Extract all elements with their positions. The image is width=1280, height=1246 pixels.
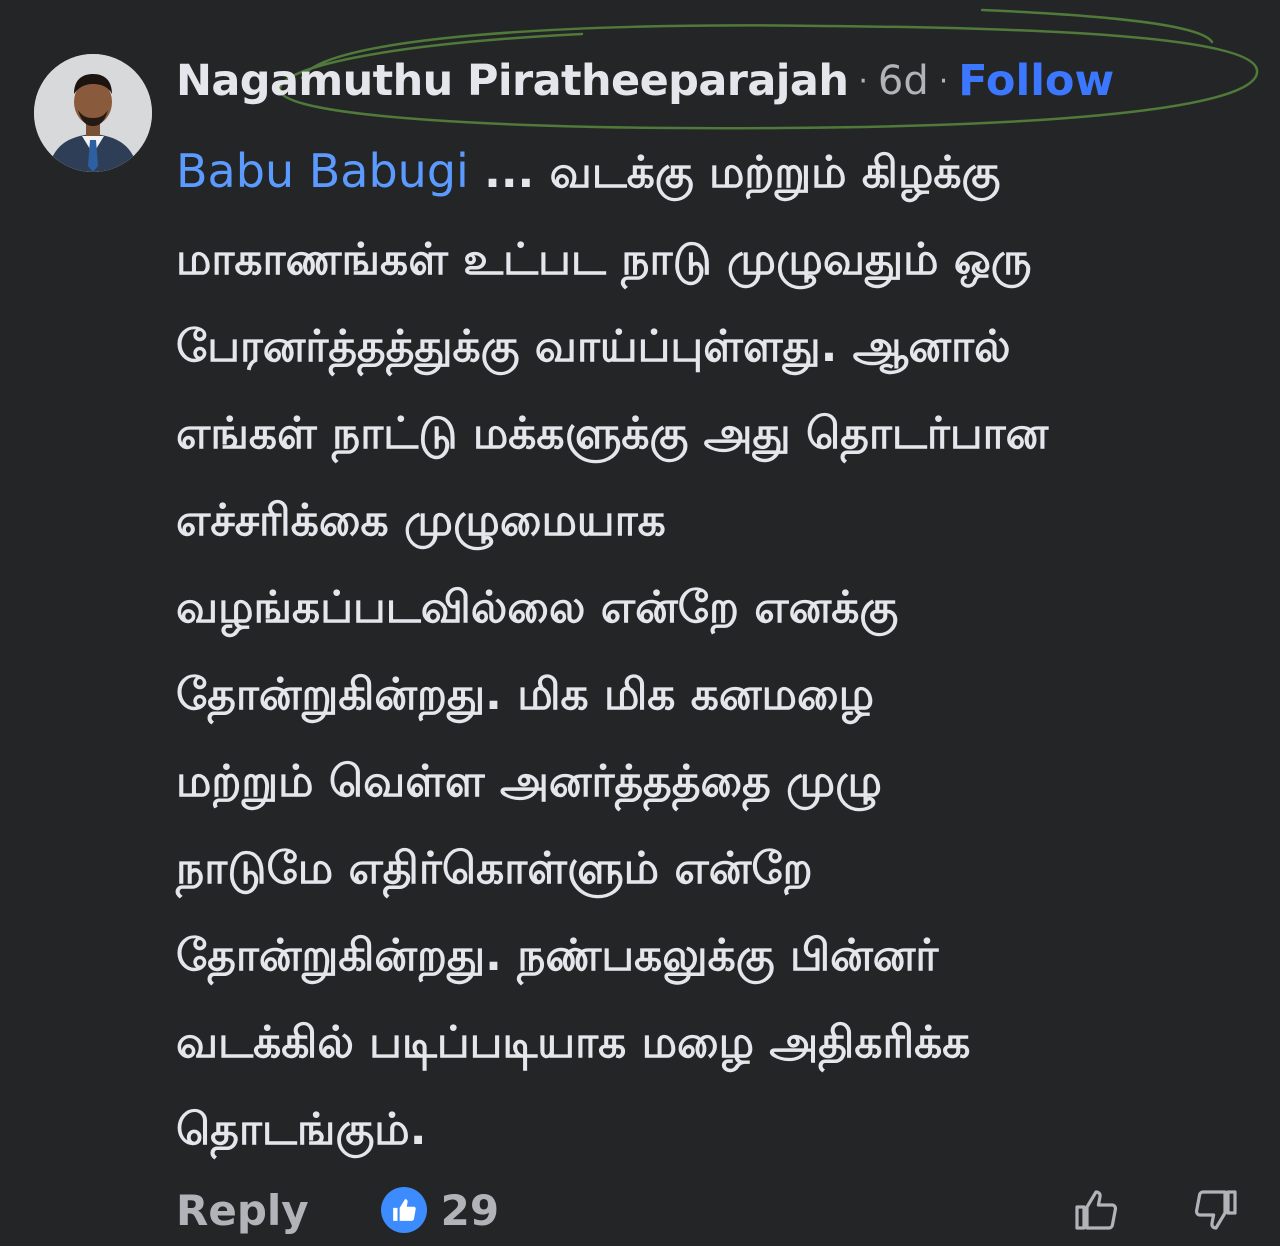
comment-line: மாகாணங்கள் உட்பட நாடு முழுவதும் ஒரு (176, 234, 1032, 285)
comment-line: வடக்கில் படிப்படியாக மழை அதிகரிக்க (176, 1017, 971, 1068)
comment-line: மற்றும் வெள்ள அனர்த்தத்தை முழு (176, 756, 882, 807)
comment-content: Nagamuthu Piratheeparajah · 6d · Follow … (176, 52, 1256, 1173)
comment-header: Nagamuthu Piratheeparajah · 6d · Follow (176, 52, 1256, 110)
thumbs-up-icon (380, 1187, 427, 1233)
comment-line: Babu Babugi ... வடக்கு மற்றும் கிழக்கு (176, 128, 1256, 216)
thumbs-down-outline-icon (1194, 1190, 1237, 1230)
comment-line: நாடுமே எதிர்கொள்ளும் என்றே (176, 843, 813, 894)
separator-dot-2: · (938, 63, 949, 99)
reply-button[interactable]: Reply (176, 1186, 309, 1235)
comment-line: வழங்கப்படவில்லை என்றே எனக்கு (176, 582, 899, 633)
comment-line: தொடங்கும். (176, 1104, 427, 1155)
reaction-summary[interactable]: 29 (380, 1185, 500, 1235)
mention-link[interactable]: Babu Babugi (176, 144, 469, 198)
separator-dot: · (858, 63, 868, 99)
comment-line: பேரனர்த்தத்துக்கு வாய்ப்புள்ளது. ஆனால் (176, 321, 1011, 372)
thumbs-up-outline-icon (1075, 1190, 1118, 1230)
comment-line-text: ... வடக்கு மற்றும் கிழக்கு (468, 147, 1001, 198)
comment-text: Babu Babugi ... வடக்கு மற்றும் கிழக்கு ம… (176, 128, 1256, 1173)
downvote-button[interactable] (1186, 1180, 1246, 1240)
upvote-button[interactable] (1066, 1180, 1126, 1240)
comment-line: எச்சரிக்கை முழுமையாக (176, 495, 666, 546)
comment-actions: Reply 29 (176, 1180, 1246, 1240)
comment-time[interactable]: 6d (878, 58, 929, 104)
comment-line: எங்கள் நாட்டு மக்களுக்கு அது தொடர்பான (176, 408, 1049, 459)
avatar-photo (34, 54, 152, 172)
comment-line: தோன்றுகின்றது. நண்பகலுக்கு பின்னர் (176, 930, 939, 981)
follow-button[interactable]: Follow (958, 56, 1114, 106)
author-avatar[interactable] (34, 54, 152, 172)
comment-line: தோன்றுகின்றது. மிக மிக கனமழை (176, 669, 875, 720)
author-name[interactable]: Nagamuthu Piratheeparajah (176, 56, 849, 106)
reaction-count: 29 (440, 1185, 500, 1235)
